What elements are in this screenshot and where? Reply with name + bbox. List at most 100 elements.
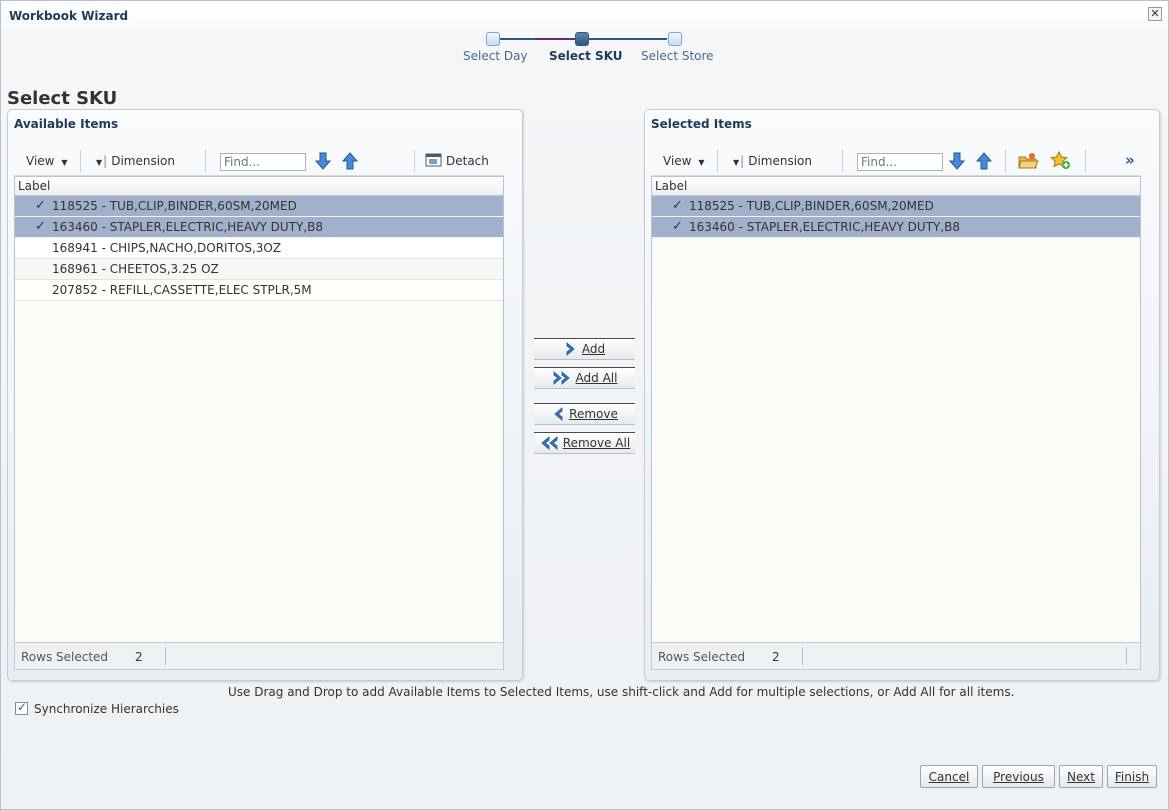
check-icon: ✓ — [35, 219, 46, 234]
add-favorite-star-icon[interactable] — [1050, 151, 1072, 171]
add-button[interactable]: Add — [534, 338, 635, 360]
detach-icon — [425, 153, 442, 167]
next-label: Next — [1067, 769, 1095, 784]
row-label: 168961 - CHEETOS,3.25 OZ — [52, 262, 219, 276]
selected-find-input[interactable] — [857, 153, 943, 171]
toolbar-separator — [1005, 150, 1006, 172]
dimension-menu[interactable]: ▼| Dimension — [733, 154, 812, 168]
train-connector — [589, 38, 667, 40]
dimension-menu[interactable]: ▼| Dimension — [96, 154, 175, 168]
remove-label: Remove — [569, 407, 618, 421]
train-stop-select-sku — [575, 32, 589, 46]
view-menu[interactable]: View ▼ — [663, 154, 704, 168]
arrow-down-icon[interactable] — [948, 151, 966, 171]
train-label-select-store[interactable]: Select Store — [641, 49, 714, 63]
next-button[interactable]: Next — [1059, 765, 1103, 788]
train-connector — [535, 38, 577, 40]
double-chevron-left-icon — [541, 436, 558, 450]
train-stop-select-store[interactable] — [668, 32, 682, 46]
check-icon: ✓ — [672, 219, 683, 234]
status-separator — [802, 647, 803, 665]
detach-button[interactable]: Detach — [425, 152, 489, 168]
chevron-left-icon — [554, 407, 563, 421]
table-row[interactable]: 168941 - CHIPS,NACHO,DORITOS,3OZ — [15, 238, 503, 259]
page-title: Select SKU — [7, 88, 118, 109]
remove-button[interactable]: Remove — [534, 403, 635, 425]
toolbar-separator — [414, 150, 415, 172]
cancel-button[interactable]: Cancel — [920, 765, 978, 788]
selected-toolbar: View ▼ ▼| Dimension Find... » — [651, 148, 1141, 176]
selected-items-panel: Selected Items View ▼ ▼| Dimension Find.… — [644, 109, 1160, 681]
previous-button[interactable]: Previous — [982, 765, 1055, 788]
rows-selected-count: 2 — [135, 650, 143, 664]
rows-selected-label: Rows Selected — [658, 650, 746, 664]
check-icon: ✓ — [672, 198, 683, 213]
remove-all-button[interactable]: Remove All — [534, 432, 635, 454]
add-label: Add — [581, 342, 606, 356]
finish-label: Finish — [1114, 769, 1150, 784]
row-label: 163460 - STAPLER,ELECTRIC,HEAVY DUTY,B8 — [52, 220, 324, 234]
dimension-menu-label: Dimension — [111, 154, 175, 168]
add-all-button[interactable]: Add All — [534, 367, 635, 389]
row-label: 118525 - TUB,CLIP,BINDER,60SM,20MED — [689, 199, 934, 213]
dropdown-arrow-icon: ▼ — [96, 158, 103, 167]
dropdown-arrow-icon: ▼ — [698, 158, 705, 167]
detach-label: Detach — [446, 154, 489, 168]
arrow-down-icon[interactable] — [314, 151, 332, 171]
arrow-up-icon[interactable] — [975, 151, 993, 171]
table-row[interactable]: ✓ 163460 - STAPLER,ELECTRIC,HEAVY DUTY,B… — [15, 217, 503, 238]
remove-all-label: Remove All — [562, 436, 631, 450]
row-label: 168941 - CHIPS,NACHO,DORITOS,3OZ — [52, 241, 282, 255]
rows-selected-count: 2 — [772, 650, 780, 664]
train-label-select-day[interactable]: Select Day — [463, 49, 528, 63]
overflow-menu-icon[interactable]: » — [1125, 151, 1135, 169]
double-chevron-right-icon — [553, 371, 570, 385]
selected-items-table: Label ✓ 118525 - TUB,CLIP,BINDER,60SM,20… — [651, 176, 1141, 670]
available-find-input[interactable] — [220, 153, 306, 171]
column-header-label[interactable]: Label — [15, 177, 503, 196]
row-label: 207852 - REFILL,CASSETTE,ELEC STPLR,5M — [52, 283, 312, 297]
available-toolbar: View ▼ ▼|Dimension Detach — [14, 148, 504, 176]
previous-label: Previous — [993, 769, 1044, 784]
available-items-header: Available Items — [14, 117, 119, 131]
view-menu[interactable]: View ▼ — [26, 154, 67, 168]
synchronize-hierarchies-label[interactable]: Synchronize Hierarchies — [34, 702, 179, 716]
toolbar-separator — [842, 150, 843, 172]
add-all-label: Add All — [575, 371, 618, 385]
finish-button[interactable]: Finish — [1107, 765, 1157, 788]
dimension-menu-label: Dimension — [748, 154, 812, 168]
available-items-table: Label ✓ 118525 - TUB,CLIP,BINDER,60SM,20… — [14, 176, 504, 670]
table-row[interactable]: 168961 - CHEETOS,3.25 OZ — [15, 259, 503, 280]
rows-selected-label: Rows Selected — [21, 650, 109, 664]
workbook-wizard-dialog: Workbook Wizard ✕ Select Day Select SKU … — [0, 0, 1169, 810]
chevron-right-icon — [566, 342, 575, 356]
train-stop-select-day[interactable] — [486, 32, 500, 46]
table-row[interactable]: ✓ 118525 - TUB,CLIP,BINDER,60SM,20MED — [652, 196, 1140, 217]
arrow-up-icon[interactable] — [341, 151, 359, 171]
pipe-divider: | — [740, 154, 745, 168]
toolbar-separator — [80, 150, 81, 172]
synchronize-hierarchies-checkbox[interactable] — [15, 700, 28, 715]
view-menu-label: View — [26, 154, 55, 168]
dialog-title: Workbook Wizard — [9, 9, 129, 23]
pipe-divider: | — [103, 154, 108, 168]
close-icon[interactable]: ✕ — [1148, 7, 1162, 21]
table-row[interactable]: ✓ 163460 - STAPLER,ELECTRIC,HEAVY DUTY,B… — [652, 217, 1140, 238]
toolbar-separator — [717, 150, 718, 172]
status-separator — [1126, 647, 1127, 665]
available-status-bar: Rows Selected 2 — [14, 642, 504, 670]
dropdown-arrow-icon: ▼ — [733, 158, 740, 167]
drag-drop-hint: Use Drag and Drop to add Available Items… — [228, 685, 1015, 699]
selected-items-header: Selected Items — [651, 117, 752, 131]
toolbar-separator — [205, 150, 206, 172]
selected-status-bar: Rows Selected 2 — [651, 642, 1141, 670]
table-row[interactable]: ✓ 118525 - TUB,CLIP,BINDER,60SM,20MED — [15, 196, 503, 217]
view-menu-label: View — [663, 154, 692, 168]
column-header-label[interactable]: Label — [652, 177, 1140, 196]
available-items-panel: Available Items View ▼ ▼| Dimension Find… — [7, 109, 523, 681]
open-folder-icon[interactable] — [1017, 151, 1039, 171]
table-row[interactable]: 207852 - REFILL,CASSETTE,ELEC STPLR,5M — [15, 280, 503, 301]
train-label-select-sku: Select SKU — [549, 49, 623, 63]
wizard-train: Select Day Select SKU Select Store — [441, 29, 741, 69]
title-bar: Workbook Wizard ✕ — [1, 1, 1168, 29]
